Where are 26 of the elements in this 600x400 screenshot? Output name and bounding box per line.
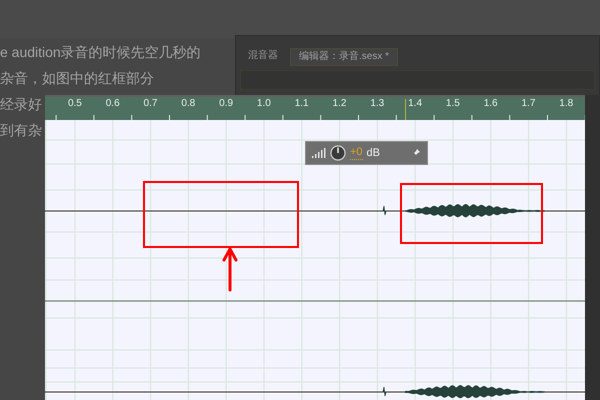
ruler-label: 1.1 — [294, 97, 309, 111]
gain-unit: dB — [366, 146, 380, 161]
volume-knob-icon[interactable] — [330, 145, 346, 161]
editor-tab[interactable]: 编辑器：录音.sesx * — [290, 48, 398, 66]
ruler-label: 0.9 — [219, 97, 234, 111]
gain-value[interactable]: +0 — [350, 146, 363, 160]
ruler-label: 1.4 — [408, 97, 422, 111]
ruler-label: 1.2 — [332, 97, 346, 111]
playhead-marker — [405, 99, 406, 120]
ruler-label: 1.6 — [484, 97, 498, 111]
editor-tab[interactable]: 混音器 — [240, 48, 286, 66]
ruler-label: 1.0 — [256, 97, 271, 111]
article-text-line: 杂音，如图中的红框部分 — [0, 69, 154, 88]
ruler-label: 1.8 — [559, 97, 574, 111]
ruler-label: 0.6 — [106, 97, 120, 111]
ruler-label: 0.5 — [68, 97, 82, 111]
ruler-label: 1.3 — [370, 97, 384, 111]
ruler-label: 0.7 — [144, 97, 158, 111]
annotation-arrow — [222, 246, 238, 292]
ruler-label: 0.8 — [181, 97, 196, 111]
signal-bars-icon — [312, 148, 326, 158]
article-text-line: 到有杂 — [0, 121, 42, 140]
ruler-label: 1.7 — [522, 97, 536, 111]
ruler-label: 1.5 — [446, 97, 460, 111]
article-text-line: 经录好 — [0, 95, 42, 114]
article-text-line: e audition录音的时候先空几秒的 — [0, 43, 201, 62]
